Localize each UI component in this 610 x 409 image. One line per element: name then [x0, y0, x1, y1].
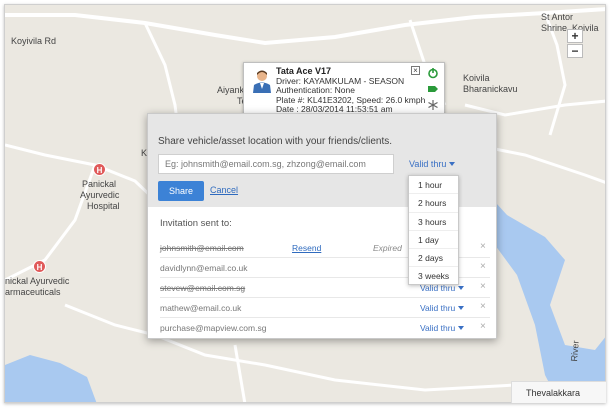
snowflake-icon[interactable] — [427, 99, 439, 111]
valid-thru-dropdown: 1 hour 2 hours 3 hours 1 day 2 days 3 we… — [408, 175, 459, 285]
email-input[interactable] — [158, 154, 394, 174]
invitation-email: mathew@email.co.uk — [160, 303, 242, 313]
dropdown-option-3-weeks[interactable]: 3 weeks — [409, 267, 458, 285]
caret-down-icon — [458, 306, 465, 310]
map-label-ayurvedic-pharma: nickal Ayurvedic — [5, 276, 70, 286]
map-label-aiyank: Aiyank — [217, 85, 245, 95]
vehicle-info-window: Tata Ace V17 Driver: KAYAMKULAM - SEASON… — [243, 62, 445, 114]
map-label-panickal-ayurvedic: Ayurvedic — [80, 190, 120, 200]
invitation-row: purchase@mapview.com.sg Valid thru × — [160, 318, 490, 338]
map-label-river: River — [569, 340, 581, 362]
remove-icon[interactable]: × — [480, 321, 486, 332]
share-button[interactable]: Share — [158, 181, 204, 201]
dropdown-option-1-hour[interactable]: 1 hour — [409, 176, 458, 195]
power-icon[interactable] — [427, 67, 439, 79]
map-label-bharanickavu: Bharanickavu — [463, 84, 518, 94]
dropdown-option-2-hours[interactable]: 2 hours — [409, 194, 458, 213]
invitation-email: davidlynn@email.co.uk — [160, 263, 248, 273]
hospital-icon[interactable]: H — [93, 163, 106, 176]
vehicle-actions — [427, 67, 439, 111]
remove-icon[interactable]: × — [480, 261, 486, 272]
row-valid-thru-label: Valid thru — [420, 323, 456, 333]
hospital-icon[interactable]: H — [33, 260, 46, 273]
dropdown-option-3-hours[interactable]: 3 hours — [409, 213, 458, 231]
row-valid-thru-select[interactable]: Valid thru — [420, 303, 465, 313]
resend-link[interactable]: Resend — [292, 243, 321, 253]
caret-down-icon — [458, 286, 465, 290]
dropdown-option-1-day[interactable]: 1 day — [409, 231, 458, 250]
zoom-out-button[interactable]: − — [567, 44, 583, 58]
remove-icon[interactable]: × — [480, 281, 486, 292]
valid-thru-label: Valid thru — [409, 159, 447, 169]
row-valid-thru-label: Valid thru — [420, 303, 456, 313]
row-valid-thru-select[interactable]: Valid thru — [420, 323, 465, 333]
caret-down-icon — [449, 162, 456, 166]
invitation-sent-label: Invitation sent to: — [160, 218, 232, 229]
invitation-email: stevew@email.com.sg — [160, 283, 246, 293]
zoom-control: + − — [567, 29, 583, 58]
cancel-link[interactable]: Cancel — [210, 185, 238, 195]
zoom-in-button[interactable]: + — [567, 29, 583, 43]
valid-thru-select[interactable]: Valid thru — [409, 159, 456, 169]
caret-down-icon — [458, 326, 465, 330]
close-icon[interactable]: × — [411, 66, 420, 75]
map-label-koivila: Koivila — [463, 73, 490, 83]
tag-icon[interactable] — [427, 83, 439, 95]
map-label-pharmaceuticals: armaceuticals — [5, 287, 61, 297]
map-label-st-anton: St Antor — [541, 12, 574, 22]
map-label-koyivila-rd: Koyivila Rd — [11, 36, 57, 46]
remove-icon[interactable]: × — [480, 241, 486, 252]
share-heading: Share vehicle/asset location with your f… — [158, 136, 393, 147]
invitation-row: mathew@email.co.uk Valid thru × — [160, 298, 490, 318]
map-label-thevalakkara: Thevalakkara — [526, 388, 581, 398]
map-label-panickal-hospital: Hospital — [87, 201, 120, 211]
map-label-panickal: Panickal — [82, 179, 117, 189]
map-corner-panel: Thevalakkara — [511, 381, 606, 403]
driver-avatar-icon — [253, 70, 271, 93]
remove-icon[interactable]: × — [480, 301, 486, 312]
dropdown-option-2-days[interactable]: 2 days — [409, 249, 458, 268]
invitation-email: johnsmith@email.com — [160, 243, 244, 253]
invitation-status: Expired — [373, 243, 402, 253]
invitation-email: purchase@mapview.com.sg — [160, 323, 267, 333]
